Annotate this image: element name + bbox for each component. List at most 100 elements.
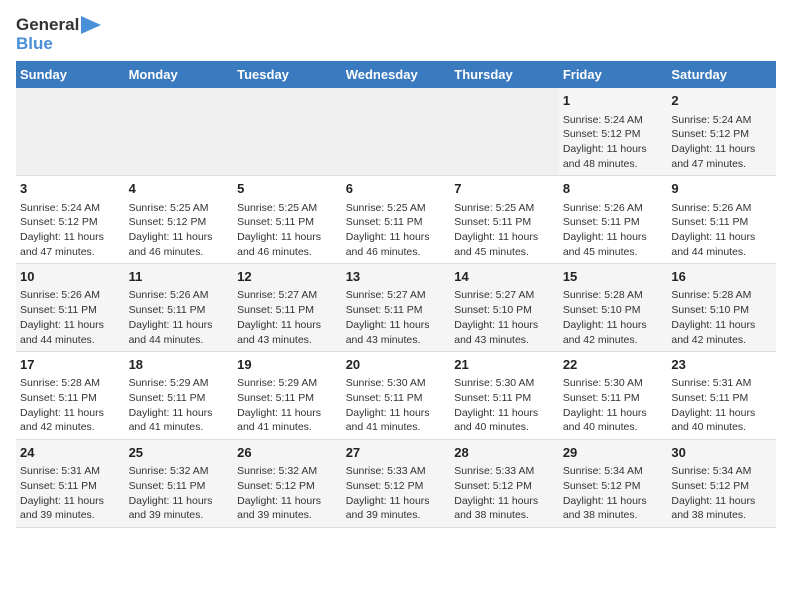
- column-header-wednesday: Wednesday: [342, 61, 451, 88]
- column-header-saturday: Saturday: [667, 61, 776, 88]
- day-number: 29: [563, 444, 664, 462]
- day-info: Sunrise: 5:28 AMSunset: 5:10 PMDaylight:…: [563, 288, 664, 347]
- day-number: 11: [129, 268, 230, 286]
- day-info: Sunrise: 5:24 AMSunset: 5:12 PMDaylight:…: [20, 201, 121, 260]
- day-number: 15: [563, 268, 664, 286]
- day-info: Sunrise: 5:34 AMSunset: 5:12 PMDaylight:…: [563, 464, 664, 523]
- day-number: 28: [454, 444, 555, 462]
- calendar-cell: 4 Sunrise: 5:25 AMSunset: 5:12 PMDaylight…: [125, 176, 234, 264]
- day-number: 3: [20, 180, 121, 198]
- day-info: Sunrise: 5:25 AMSunset: 5:11 PMDaylight:…: [237, 201, 338, 260]
- column-header-sunday: Sunday: [16, 61, 125, 88]
- day-number: 27: [346, 444, 447, 462]
- day-info: Sunrise: 5:25 AMSunset: 5:11 PMDaylight:…: [454, 201, 555, 260]
- day-info: Sunrise: 5:32 AMSunset: 5:12 PMDaylight:…: [237, 464, 338, 523]
- day-number: 17: [20, 356, 121, 374]
- calendar-cell: 21 Sunrise: 5:30 AMSunset: 5:11 PMDayligh…: [450, 352, 559, 440]
- day-number: 19: [237, 356, 338, 374]
- day-info: Sunrise: 5:25 AMSunset: 5:12 PMDaylight:…: [129, 201, 230, 260]
- day-number: 10: [20, 268, 121, 286]
- week-row-2: 3 Sunrise: 5:24 AMSunset: 5:12 PMDaylight…: [16, 176, 776, 264]
- day-info: Sunrise: 5:26 AMSunset: 5:11 PMDaylight:…: [671, 201, 772, 260]
- day-number: 20: [346, 356, 447, 374]
- calendar-cell: [125, 88, 234, 175]
- day-info: Sunrise: 5:30 AMSunset: 5:11 PMDaylight:…: [563, 376, 664, 435]
- column-header-friday: Friday: [559, 61, 668, 88]
- calendar-cell: 29 Sunrise: 5:34 AMSunset: 5:12 PMDayligh…: [559, 440, 668, 528]
- day-info: Sunrise: 5:28 AMSunset: 5:11 PMDaylight:…: [20, 376, 121, 435]
- day-info: Sunrise: 5:33 AMSunset: 5:12 PMDaylight:…: [454, 464, 555, 523]
- calendar-cell: [342, 88, 451, 175]
- calendar-cell: 19 Sunrise: 5:29 AMSunset: 5:11 PMDayligh…: [233, 352, 342, 440]
- day-info: Sunrise: 5:34 AMSunset: 5:12 PMDaylight:…: [671, 464, 772, 523]
- day-info: Sunrise: 5:24 AMSunset: 5:12 PMDaylight:…: [671, 113, 772, 172]
- calendar-cell: 12Sunrise: 5:27 AMSunset: 5:11 PMDayligh…: [233, 264, 342, 352]
- logo-arrow-icon: [81, 16, 101, 34]
- calendar-cell: 13Sunrise: 5:27 AMSunset: 5:11 PMDayligh…: [342, 264, 451, 352]
- day-number: 8: [563, 180, 664, 198]
- calendar-cell: 15 Sunrise: 5:28 AMSunset: 5:10 PMDayligh…: [559, 264, 668, 352]
- day-info: Sunrise: 5:31 AMSunset: 5:11 PMDaylight:…: [20, 464, 121, 523]
- logo-general: General: [16, 16, 79, 35]
- day-info: Sunrise: 5:25 AMSunset: 5:11 PMDaylight:…: [346, 201, 447, 260]
- calendar-cell: 5 Sunrise: 5:25 AMSunset: 5:11 PMDaylight…: [233, 176, 342, 264]
- calendar-cell: 24 Sunrise: 5:31 AMSunset: 5:11 PMDayligh…: [16, 440, 125, 528]
- day-number: 5: [237, 180, 338, 198]
- day-number: 30: [671, 444, 772, 462]
- day-info: Sunrise: 5:26 AMSunset: 5:11 PMDaylight:…: [129, 288, 230, 347]
- calendar-cell: [233, 88, 342, 175]
- calendar-cell: 1 Sunrise: 5:24 AMSunset: 5:12 PMDaylight…: [559, 88, 668, 175]
- week-row-1: 1 Sunrise: 5:24 AMSunset: 5:12 PMDaylight…: [16, 88, 776, 175]
- day-number: 1: [563, 92, 664, 110]
- calendar-cell: 14 Sunrise: 5:27 AMSunset: 5:10 PMDayligh…: [450, 264, 559, 352]
- logo-text: General Blue: [16, 16, 101, 53]
- calendar-cell: 23 Sunrise: 5:31 AMSunset: 5:11 PMDayligh…: [667, 352, 776, 440]
- day-info: Sunrise: 5:30 AMSunset: 5:11 PMDaylight:…: [346, 376, 447, 435]
- column-header-tuesday: Tuesday: [233, 61, 342, 88]
- calendar-cell: 7Sunrise: 5:25 AMSunset: 5:11 PMDaylight…: [450, 176, 559, 264]
- day-info: Sunrise: 5:31 AMSunset: 5:11 PMDaylight:…: [671, 376, 772, 435]
- day-info: Sunrise: 5:28 AMSunset: 5:10 PMDaylight:…: [671, 288, 772, 347]
- calendar-cell: 27 Sunrise: 5:33 AMSunset: 5:12 PMDayligh…: [342, 440, 451, 528]
- calendar-cell: 20 Sunrise: 5:30 AMSunset: 5:11 PMDayligh…: [342, 352, 451, 440]
- calendar-cell: 26 Sunrise: 5:32 AMSunset: 5:12 PMDayligh…: [233, 440, 342, 528]
- day-number: 22: [563, 356, 664, 374]
- day-info: Sunrise: 5:24 AMSunset: 5:12 PMDaylight:…: [563, 113, 664, 172]
- day-number: 26: [237, 444, 338, 462]
- day-number: 25: [129, 444, 230, 462]
- calendar-cell: 18Sunrise: 5:29 AMSunset: 5:11 PMDayligh…: [125, 352, 234, 440]
- calendar-cell: 11 Sunrise: 5:26 AMSunset: 5:11 PMDayligh…: [125, 264, 234, 352]
- calendar-cell: 9 Sunrise: 5:26 AMSunset: 5:11 PMDaylight…: [667, 176, 776, 264]
- day-info: Sunrise: 5:29 AMSunset: 5:11 PMDaylight:…: [129, 376, 230, 435]
- day-number: 14: [454, 268, 555, 286]
- week-row-5: 24 Sunrise: 5:31 AMSunset: 5:11 PMDayligh…: [16, 440, 776, 528]
- day-number: 21: [454, 356, 555, 374]
- day-number: 12: [237, 268, 338, 286]
- day-info: Sunrise: 5:27 AMSunset: 5:11 PMDaylight:…: [346, 288, 447, 347]
- calendar-table: SundayMondayTuesdayWednesdayThursdayFrid…: [16, 61, 776, 528]
- week-row-4: 17 Sunrise: 5:28 AMSunset: 5:11 PMDayligh…: [16, 352, 776, 440]
- day-number: 2: [671, 92, 772, 110]
- day-info: Sunrise: 5:26 AMSunset: 5:11 PMDaylight:…: [20, 288, 121, 347]
- day-number: 24: [20, 444, 121, 462]
- calendar-cell: 6 Sunrise: 5:25 AMSunset: 5:11 PMDaylight…: [342, 176, 451, 264]
- week-row-3: 10 Sunrise: 5:26 AMSunset: 5:11 PMDayligh…: [16, 264, 776, 352]
- calendar-cell: 22 Sunrise: 5:30 AMSunset: 5:11 PMDayligh…: [559, 352, 668, 440]
- calendar-header-row: SundayMondayTuesdayWednesdayThursdayFrid…: [16, 61, 776, 88]
- calendar-cell: 17 Sunrise: 5:28 AMSunset: 5:11 PMDayligh…: [16, 352, 125, 440]
- day-info: Sunrise: 5:27 AMSunset: 5:10 PMDaylight:…: [454, 288, 555, 347]
- day-number: 4: [129, 180, 230, 198]
- day-info: Sunrise: 5:32 AMSunset: 5:11 PMDaylight:…: [129, 464, 230, 523]
- calendar-cell: 2 Sunrise: 5:24 AMSunset: 5:12 PMDaylight…: [667, 88, 776, 175]
- day-info: Sunrise: 5:29 AMSunset: 5:11 PMDaylight:…: [237, 376, 338, 435]
- day-info: Sunrise: 5:33 AMSunset: 5:12 PMDaylight:…: [346, 464, 447, 523]
- day-info: Sunrise: 5:30 AMSunset: 5:11 PMDaylight:…: [454, 376, 555, 435]
- day-number: 9: [671, 180, 772, 198]
- day-number: 6: [346, 180, 447, 198]
- calendar-cell: 3 Sunrise: 5:24 AMSunset: 5:12 PMDaylight…: [16, 176, 125, 264]
- day-number: 23: [671, 356, 772, 374]
- calendar-cell: 16Sunrise: 5:28 AMSunset: 5:10 PMDayligh…: [667, 264, 776, 352]
- calendar-cell: 25 Sunrise: 5:32 AMSunset: 5:11 PMDayligh…: [125, 440, 234, 528]
- calendar-cell: 8Sunrise: 5:26 AMSunset: 5:11 PMDaylight…: [559, 176, 668, 264]
- calendar-cell: [450, 88, 559, 175]
